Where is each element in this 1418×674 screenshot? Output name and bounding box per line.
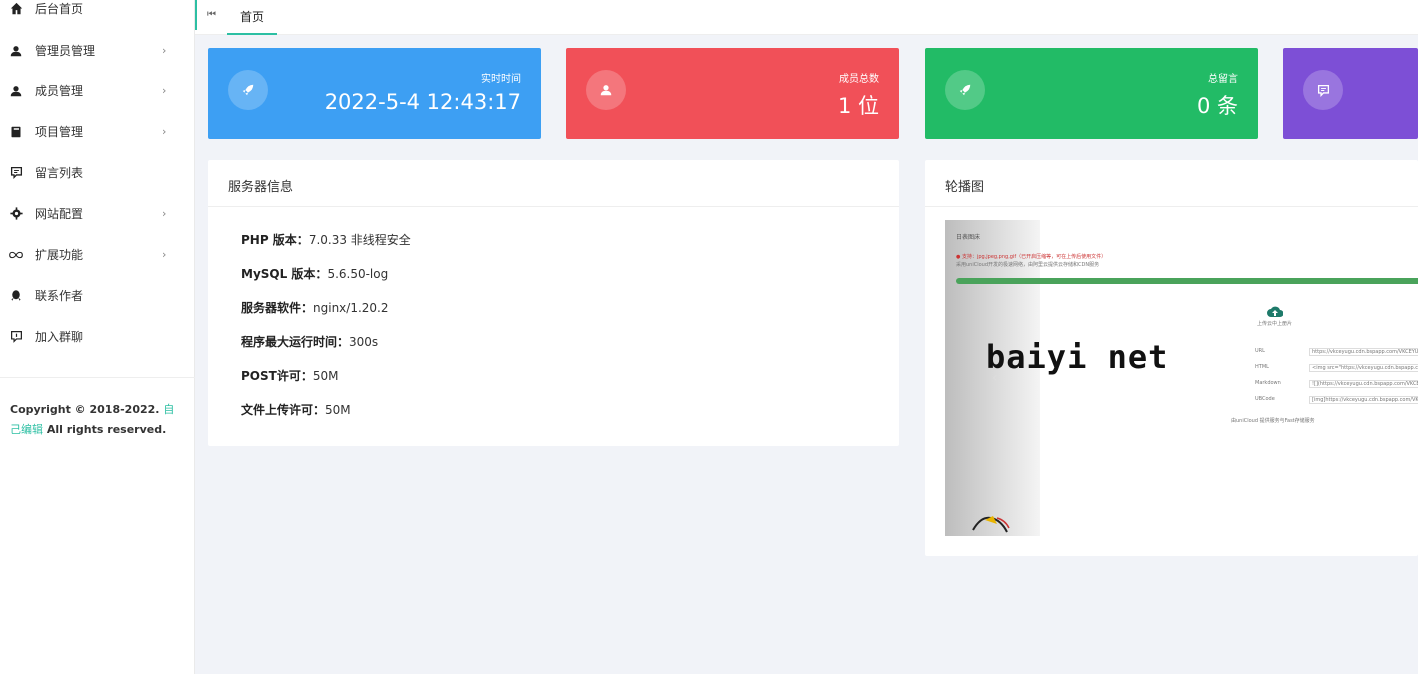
stat-caption: 实时时间 [481,74,521,85]
cloud-upload-icon [1267,306,1283,317]
slide-row-value: https://vkceyugu.cdn.bspapp.com/VKCEYUGU… [1309,348,1418,356]
slide-upload-label: 上传云中上册片 [1257,321,1293,327]
decorative-sticker-icon [972,516,1010,533]
sidebar-item[interactable]: 网站配置 › [0,193,195,234]
stat-card: 实时时间 2022-5-4 12:43:17 [208,48,541,139]
slide-row-key: Markdown [1255,380,1281,386]
sidebar-item[interactable]: 管理员管理 › [0,30,195,71]
first-page-icon[interactable]: ⏮ [207,9,216,20]
copyright-suffix: All rights reserved. [46,423,167,436]
server-info-row: 程序最大运行时间：300s [241,333,378,350]
sidebar-item[interactable]: 扩展功能 › [0,234,195,275]
sidebar-item-label: 管理员管理 [35,44,96,58]
stat-value: 2022-5-4 12:43:17 [324,90,521,114]
panel-divider [208,206,899,207]
slide-notice-2: 采用uniCloud开发的极速网络，由阿里云提供云存储和CDN服务 [956,262,1100,268]
sidebar-item-label: 后台首页 [35,2,84,16]
slide-footer: 由uniCloud 提供服务与Fast存储服务 [1231,418,1315,424]
chevron-right-icon: › [162,125,167,138]
sidebar-item-label: 网站配置 [35,207,84,221]
user-icon [586,70,626,110]
chevron-right-icon: › [162,84,167,97]
server-info-label: 文件上传许可： [241,403,326,417]
sidebar-item-label: 加入群聊 [35,330,84,344]
slide-row-value: [img]https://vkceyugu.cdn.bspapp.com/VKC… [1309,396,1418,404]
carousel-title: 轮播图 [945,180,985,195]
server-info-label: 程序最大运行时间： [241,335,350,349]
sidebar-item-label: 成员管理 [35,84,84,98]
server-info-label: POST许可： [241,369,313,383]
sidebar-item[interactable]: 项目管理 › [0,111,195,152]
sidebar-item-label: 扩展功能 [35,248,84,262]
sidebar-item[interactable]: 后台首页 [0,0,195,29]
server-info-row: 文件上传许可：50M [241,401,351,418]
copyright: Copyright © 2018-2022. 自己编辑 All rights r… [10,400,180,440]
server-info-label: PHP 版本： [241,233,309,247]
server-info-value: 5.6.50-log [327,267,389,281]
server-info-value: 300s [349,335,379,349]
chevron-right-icon: › [162,248,167,261]
infinity-icon [9,248,23,262]
tab-home[interactable]: 首页 [227,0,277,35]
user-icon [9,44,23,58]
stat-value: 1 位 [837,94,879,118]
server-info-panel: 服务器信息 PHP 版本：7.0.33 非线程安全 MySQL 版本：5.6.50… [208,160,899,446]
slide-row-value: <img src="https://vkceyugu.cdn.bspapp.co… [1309,364,1418,372]
top-tab-bar: ⏮ 首页 [195,0,1418,35]
sidebar: 后台首页管理员管理 › 成员管理 › 项目管理 › 留言列表网站配置 › 扩展功能 › 联系作者加入… [0,0,195,674]
sidebar-item-label: 联系作者 [35,289,84,303]
carousel-panel: 轮播图 日表图床 ● 支持：jpg,jpeg,png,gif（已开启压缩等，可在… [925,160,1418,556]
panel-divider [925,206,1418,207]
sidebar-item-label: 留言列表 [35,166,84,180]
server-info-label: 服务器软件： [241,301,314,315]
server-info-value: 50M [325,403,351,417]
stat-value: 0 条 [1196,94,1238,118]
sidebar-item[interactable]: 留言列表 [0,152,195,193]
server-info-title: 服务器信息 [228,180,294,195]
slide-row-key: URL [1255,348,1265,354]
server-info-label: MySQL 版本： [241,267,328,281]
stat-caption: 成员总数 [839,74,879,85]
stat-caption: 总留言 [1208,74,1238,85]
server-info-value: 7.0.33 非线程安全 [308,233,411,247]
carousel-prev-button[interactable]: ‹ [992,370,998,386]
chevron-right-icon: › [162,207,167,220]
slide-row-key: HTML [1255,364,1269,370]
home-icon [9,2,23,16]
slide-notice-1: ● 支持：jpg,jpeg,png,gif（已开启压缩等，可在上传后使用文件） [956,254,1107,260]
qq-icon [9,289,23,303]
slide-row-value: ![](https://vkceyugu.cdn.bspapp.com/VKCE… [1309,380,1418,388]
gear-icon [9,207,23,221]
user-icon [9,84,23,98]
sidebar-divider [0,377,195,378]
server-info-row: 服务器软件：nginx/1.20.2 [241,299,389,316]
sidebar-item-label: 项目管理 [35,125,84,139]
server-info-row: MySQL 版本：5.6.50-log [241,265,388,282]
stat-card [1283,48,1418,139]
sidebar-item[interactable]: 联系作者 [0,275,195,316]
message-icon [9,166,23,180]
server-info-value: nginx/1.20.2 [313,301,389,315]
stat-card: 成员总数 1 位 [566,48,899,139]
slide-progress-bar [956,278,1418,284]
rocket-icon [945,70,985,110]
server-info-row: PHP 版本：7.0.33 非线程安全 [241,231,411,248]
slide-row-key: UBCode [1255,396,1275,402]
stat-card: 总留言 0 条 [925,48,1258,139]
sidebar-item[interactable]: 成员管理 › [0,70,195,111]
slide-heading: 日表图床 [956,234,981,241]
copyright-prefix: Copyright © 2018-2022. [10,403,160,416]
topbar-accent [195,0,197,30]
sidebar-item[interactable]: 加入群聊 [0,316,195,357]
rocket-icon [228,70,268,110]
carousel-slide[interactable]: 日表图床 ● 支持：jpg,jpeg,png,gif（已开启压缩等，可在上传后使… [945,220,1418,536]
chevron-right-icon: › [162,44,167,57]
server-info-row: POST许可：50M [241,367,338,384]
watermark-text: baiyi net [986,338,1169,376]
book-icon [9,125,23,139]
chat-icon [9,330,23,344]
server-info-value: 50M [312,369,339,383]
message-icon [1303,70,1343,110]
